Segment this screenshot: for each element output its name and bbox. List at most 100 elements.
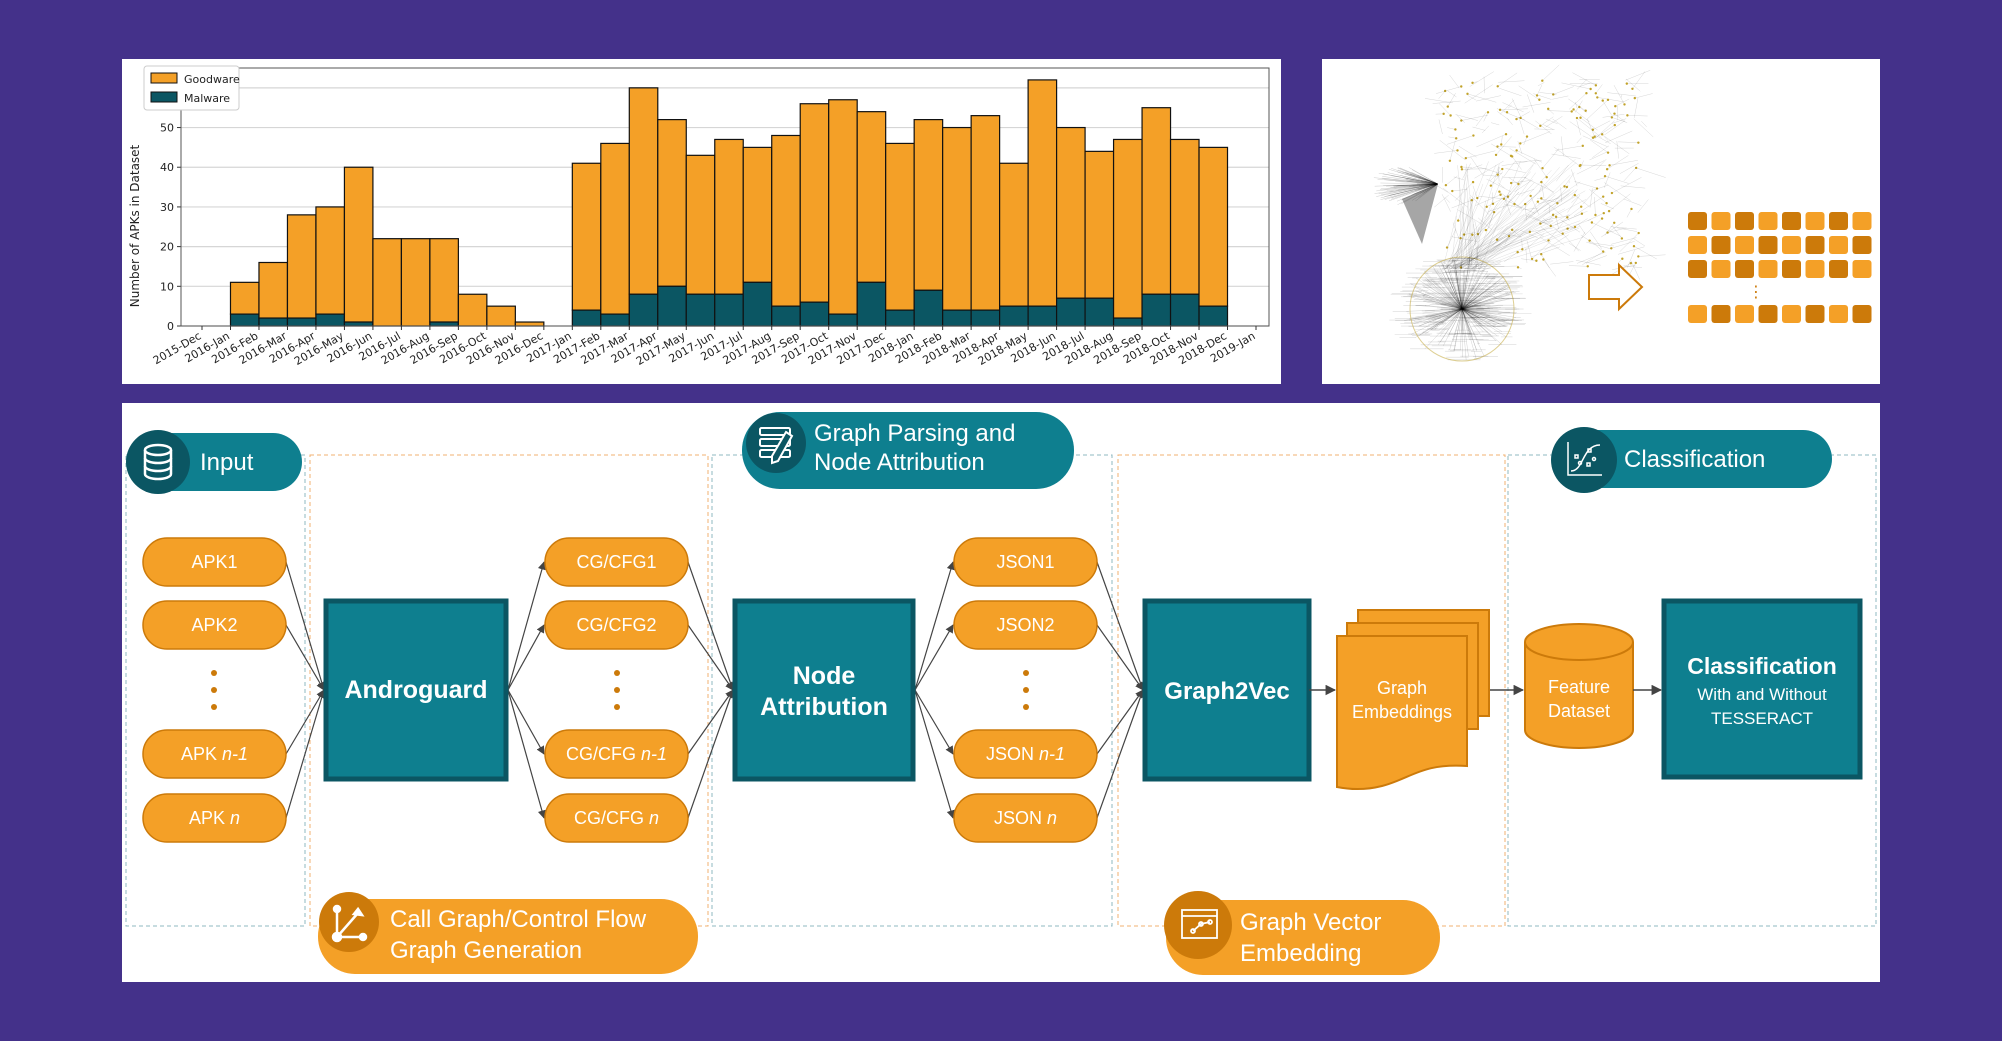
bar-malware (685, 293, 716, 327)
vector-cell (1782, 305, 1801, 323)
vector-cell (1782, 236, 1801, 254)
cg-cfg-label: CG/CFG1 (576, 552, 656, 572)
stage-label-cg-2: Graph Generation (390, 937, 582, 964)
bar-malware (828, 313, 858, 327)
vector-cell (1688, 212, 1707, 230)
bar-goodware (913, 118, 944, 291)
vector-cell (1852, 305, 1872, 323)
apk-pill: APK n (142, 793, 287, 843)
vector-cell (1711, 236, 1731, 254)
vector-cell (1735, 305, 1754, 323)
flow-arrow (1096, 561, 1145, 691)
cg-cfg-label: CG/CFG2 (576, 615, 656, 635)
flow-arrow (507, 689, 545, 755)
flow-arrow (914, 561, 955, 691)
json-pill: JSON1 (953, 537, 1098, 587)
vector-cell (1782, 212, 1801, 230)
flow-arrow (687, 624, 734, 691)
graph2vec-label: Graph2Vec (1164, 678, 1289, 705)
apk-pill: APK2 (142, 600, 287, 650)
bar-goodware (457, 293, 488, 327)
vector-cell (1688, 260, 1707, 278)
vector-cell (1711, 212, 1731, 230)
bar-malware (970, 309, 1001, 327)
y-axis-label: Number of APKs in Dataset (128, 144, 142, 307)
cg-cfg-label: CG/CFG n-1 (566, 744, 667, 764)
vector-cell (1758, 260, 1778, 278)
pipeline-diagram-panel: APK1 APK2 APK n-1 APK n CG/CFG1 CG/CFG2 CG/CF… (122, 403, 1880, 982)
bar-goodware (1055, 126, 1086, 299)
androguard-label: Androguard (344, 676, 487, 704)
legend-label-malware: Malware (184, 92, 230, 105)
bar-malware (1112, 317, 1143, 327)
flow-arrow (687, 689, 734, 755)
bar-malware (1198, 305, 1229, 327)
vector-cell (1735, 236, 1754, 254)
apk-label: APK1 (191, 552, 237, 572)
apk-pill: APK n-1 (142, 729, 287, 779)
bar-malware (999, 305, 1029, 327)
bar-goodware (429, 238, 459, 323)
graph-embeddings-label-2: Embeddings (1352, 702, 1452, 722)
feature-dataset-cylinder: Feature Dataset (1524, 623, 1634, 749)
stage-label-parsing-1: Graph Parsing and (814, 420, 1015, 447)
vector-cell (1758, 236, 1778, 254)
bar-malware (1084, 297, 1115, 327)
vector-cell (1688, 236, 1707, 254)
bar-malware (885, 309, 915, 327)
flow-arrow (687, 689, 735, 819)
vector-cell (1711, 260, 1731, 278)
y-tick-label: 0 (167, 320, 174, 333)
bar-goodware (799, 103, 830, 303)
vector-cell (1758, 305, 1778, 323)
bar-goodware (514, 321, 545, 327)
stage-pill-classification: Classification (1551, 427, 1832, 493)
bar-goodware (400, 238, 431, 327)
classification-box: Classification With and Without TESSERAC… (1661, 598, 1863, 780)
flow-arrow (914, 689, 954, 755)
bar-malware (229, 313, 260, 327)
histogram-panel: 01020304050602015-Dec2016-Jan2016-Feb201… (122, 59, 1281, 384)
apk-label: APK2 (191, 615, 237, 635)
bar-malware (1141, 293, 1172, 327)
bar-malware (771, 305, 801, 327)
bar-goodware (828, 99, 858, 315)
bar-goodware (372, 238, 403, 327)
bar-goodware (885, 142, 915, 311)
apk-ellipsis (211, 670, 217, 710)
y-tick-label: 20 (160, 241, 174, 254)
cg-cfg-pill: CG/CFG1 (544, 537, 689, 587)
y-tick-label: 10 (160, 280, 174, 293)
vector-ellipsis: ⋮ (1748, 282, 1764, 301)
json-pill: JSON2 (953, 600, 1098, 650)
bar-malware (628, 293, 659, 327)
bar-malware (1027, 305, 1058, 327)
vector-cell (1805, 236, 1825, 254)
vector-cell (1852, 212, 1872, 230)
bar-malware (657, 285, 687, 327)
embedding-vector-grid (1688, 212, 1872, 323)
vector-cell (1829, 236, 1848, 254)
bar-goodware (600, 142, 630, 315)
flow-arrow (914, 624, 954, 691)
bar-goodware (1027, 79, 1058, 307)
stage-pill-cg: Call Graph/Control Flow Graph Generation (318, 892, 698, 974)
apk-label: APK n (189, 808, 240, 828)
vector-cell (1829, 212, 1848, 230)
bar-goodware (1169, 138, 1200, 295)
bar-goodware (1112, 138, 1143, 319)
vector-cell (1782, 260, 1801, 278)
legend-swatch-goodware (150, 72, 178, 84)
vector-cell (1805, 305, 1825, 323)
feature-dataset-label-2: Dataset (1548, 701, 1610, 721)
graph2vec-box: Graph2Vec (1142, 598, 1312, 782)
bar-malware (942, 309, 972, 327)
stage-label-parsing-2: Node Attribution (814, 449, 985, 476)
flow-arrow (1096, 689, 1144, 755)
flow-arrow (914, 689, 955, 819)
stage-pill-embedding: Graph Vector Embedding (1164, 891, 1440, 975)
y-tick-label: 30 (160, 201, 174, 214)
legend-label-goodware: Goodware (184, 73, 240, 86)
vector-cell (1688, 305, 1707, 323)
apk-label: APK n-1 (181, 744, 248, 764)
